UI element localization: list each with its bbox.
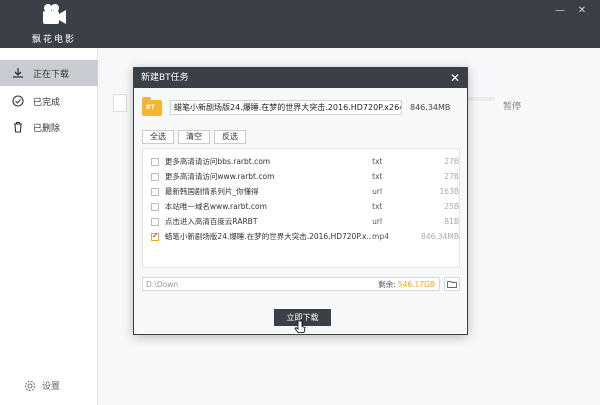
file-size: 27B <box>444 172 459 181</box>
list-item[interactable]: 本站唯一域名www.rarbt.com txt 25B <box>143 199 459 214</box>
app-logo: 飘花电影 <box>24 3 84 45</box>
file-checkbox[interactable] <box>151 231 159 241</box>
list-item[interactable]: 最新韩国剧情系列片_你懂得 url 163B <box>143 184 459 199</box>
torrent-size: 846.34MB <box>410 102 451 112</box>
save-path-value: D:\Down <box>146 279 179 289</box>
save-path-field[interactable]: D:\Down 剩余: 546.17GB <box>142 277 440 291</box>
file-size: 846.34MB <box>421 232 459 241</box>
file-name: 更多高清请访问www.rarbt.com <box>164 172 275 181</box>
file-type: url <box>372 187 383 196</box>
dialog-title: 新建BT任务 <box>141 73 189 83</box>
list-item[interactable]: 更多高清请访问www.rarbt.com txt 27B <box>143 169 459 184</box>
file-name: 最新韩国剧情系列片_你懂得 <box>164 187 259 196</box>
torrent-header: BT 蜡笔小新剧场版24.爆睡.在梦的世界大突击.2016.HD720P.x26… <box>142 96 460 118</box>
file-name: 本站唯一域名www.rarbt.com <box>164 202 267 211</box>
mouse-cursor-icon <box>294 320 306 333</box>
file-checkbox[interactable] <box>151 202 159 211</box>
folder-icon <box>447 281 457 288</box>
sidebar-item-downloading[interactable]: 正在下载 <box>0 60 98 86</box>
gear-icon <box>24 380 36 391</box>
dialog-title-bar: 新建BT任务 ✕ <box>134 68 467 88</box>
title-bar: 飘花电影 — ✕ <box>0 0 600 48</box>
file-size: 27B <box>444 157 459 166</box>
file-size: 81B <box>444 217 459 226</box>
sidebar-item-label: 已删除 <box>33 123 61 134</box>
free-space-info: 剩余: 546.17GB <box>378 279 435 290</box>
app-brand-name: 飘花电影 <box>31 35 76 45</box>
file-type: txt <box>372 157 383 166</box>
file-checkbox[interactable] <box>151 187 159 196</box>
settings-label: 设置 <box>42 382 61 392</box>
file-checkbox[interactable] <box>151 172 159 181</box>
bt-label: BT <box>146 104 155 111</box>
settings-button[interactable]: 设置 <box>24 379 60 392</box>
file-name: 点击进入高清百度云RARBT <box>164 217 258 226</box>
sidebar-item-completed[interactable]: 已完成 <box>0 88 98 114</box>
select-all-button[interactable]: 全选 <box>142 130 174 144</box>
new-bt-task-dialog: 新建BT任务 ✕ BT 蜡笔小新剧场版24.爆睡.在梦的世界大突击.2016.H… <box>133 67 468 335</box>
file-type: txt <box>372 202 383 211</box>
list-item[interactable]: 更多高清请访问bbs.rarbt.com txt 27B <box>143 154 459 169</box>
download-icon <box>13 68 23 78</box>
file-list: 更多高清请访问bbs.rarbt.com txt 27B 更多高清请访问www.… <box>142 148 460 268</box>
file-checkbox[interactable] <box>151 217 159 226</box>
free-space-value: 546.17GB <box>397 279 435 289</box>
trash-icon <box>14 121 22 133</box>
browse-folder-button[interactable] <box>444 277 460 291</box>
minimize-button[interactable]: — <box>550 4 570 18</box>
bt-folder-icon: BT <box>142 97 162 117</box>
file-type: txt <box>372 172 383 181</box>
invert-selection-button[interactable]: 反选 <box>214 130 246 144</box>
close-icon[interactable]: ✕ <box>449 68 461 88</box>
clear-selection-button[interactable]: 清空 <box>178 130 210 144</box>
file-checkbox[interactable] <box>151 157 159 166</box>
list-item[interactable]: 蜡笔小新剧场版24.爆睡.在梦的世界大突击.2016.HD720P.x... m… <box>143 229 459 244</box>
file-size: 163B <box>439 187 459 196</box>
close-window-button[interactable]: ✕ <box>572 4 592 18</box>
file-type: url <box>372 217 383 226</box>
sidebar-item-deleted[interactable]: 已删除 <box>0 114 98 140</box>
sidebar-item-label: 正在下载 <box>33 69 70 80</box>
file-name: 蜡笔小新剧场版24.爆睡.在梦的世界大突击.2016.HD720P.x... <box>164 232 373 241</box>
list-item[interactable]: 点击进入高清百度云RARBT url 81B <box>143 214 459 229</box>
selection-buttons: 全选 清空 反选 <box>142 130 246 144</box>
torrent-name-field[interactable]: 蜡笔小新剧场版24.爆睡.在梦的世界大突击.2016.HD720P.x264.国… <box>170 99 402 115</box>
file-name: 更多高清请访问bbs.rarbt.com <box>164 157 271 166</box>
remain-label: 剩余: <box>378 279 396 289</box>
check-circle-icon <box>12 95 24 107</box>
sidebar: 正在下载 已完成 已删除 设置 <box>0 48 98 405</box>
film-camera-icon <box>43 4 66 24</box>
file-size: 25B <box>444 202 459 211</box>
file-type: mp4 <box>372 232 389 241</box>
sidebar-item-label: 已完成 <box>33 97 61 108</box>
